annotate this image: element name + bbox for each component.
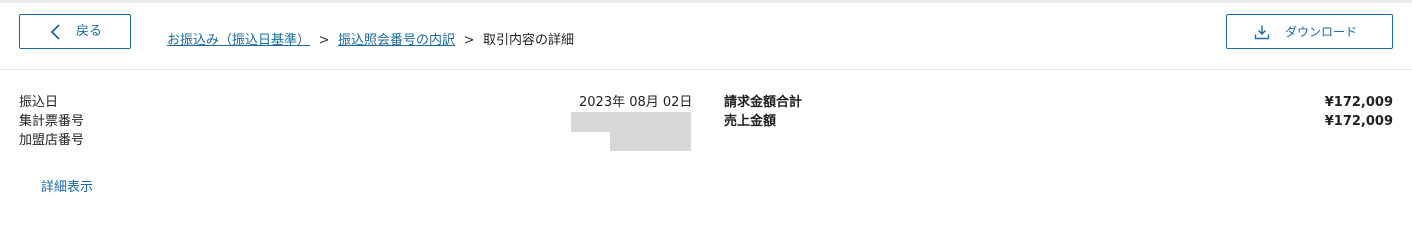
summary-labels: 請求金額合計 売上金額 (724, 93, 802, 131)
transfer-date-value: 2023年 08月 02日 (579, 95, 693, 110)
breadcrumb-separator: > (318, 33, 330, 48)
header-bar: 戻る お振込み（振込日基準） > 振込照会番号の内訳 > 取引内容の詳細 ダウンロード (0, 3, 1412, 70)
breadcrumb: お振込み（振込日基準） > 振込照会番号の内訳 > 取引内容の詳細 (167, 33, 574, 49)
download-icon (1254, 25, 1270, 40)
breadcrumb-link-inquiry-breakdown[interactable]: 振込照会番号の内訳 (338, 33, 455, 48)
redacted-summary-slip-number (571, 112, 691, 132)
label-billing-total: 請求金額合計 (724, 95, 803, 110)
back-button-label: 戻る (76, 24, 103, 39)
download-button[interactable]: ダウンロード (1226, 14, 1393, 49)
breadcrumb-link-transfer-by-date[interactable]: お振込み（振込日基準） (167, 33, 310, 48)
value-sales-amount: ¥172,009 (1324, 114, 1393, 129)
value-billing-total: ¥172,009 (1324, 95, 1393, 110)
download-button-label: ダウンロード (1285, 25, 1358, 39)
breadcrumb-current: 取引内容の詳細 (483, 33, 575, 48)
redacted-merchant-number (610, 132, 691, 151)
summary-values: ¥172,009 ¥172,009 (1325, 93, 1393, 131)
label-sales-amount: 売上金額 (724, 114, 777, 129)
transaction-detail-page: 戻る お振込み（振込日基準） > 振込照会番号の内訳 > 取引内容の詳細 ダウンロード … (0, 0, 1412, 217)
chevron-left-icon (50, 24, 60, 40)
label-transfer-date: 振込日 (19, 95, 59, 110)
show-details-link[interactable]: 詳細表示 (41, 180, 93, 196)
label-summary-slip-number: 集計票番号 (19, 114, 85, 129)
back-button[interactable]: 戻る (19, 14, 131, 49)
label-merchant-number: 加盟店番号 (19, 133, 85, 148)
detail-labels: 振込日 集計票番号 加盟店番号 (19, 93, 84, 150)
breadcrumb-separator: > (463, 33, 475, 48)
